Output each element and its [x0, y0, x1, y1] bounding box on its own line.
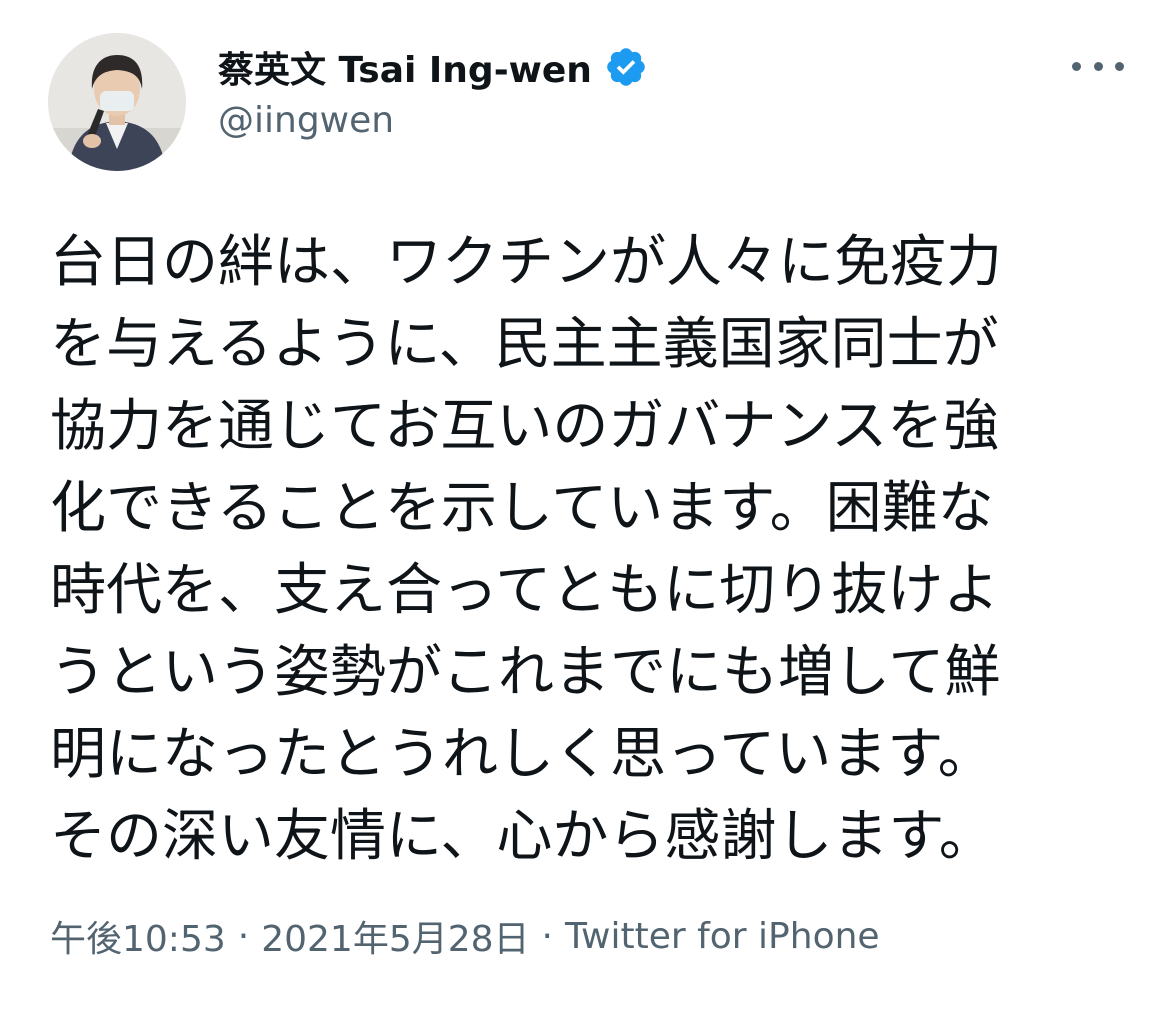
tweet-text-line: 協力を通じてお互いのガバナンスを強	[50, 394, 1000, 459]
tweet-text-line: 化できることを示しています。困難な	[50, 476, 994, 541]
tweet-meta: 午後10:53 · 2021年5月28日 · Twitter for iPhon…	[50, 910, 880, 962]
tweet-source-link[interactable]: Twitter for iPhone	[565, 916, 880, 957]
tweet-text-line: その深い友情に、心から感謝します。	[50, 804, 995, 869]
tweet-date[interactable]: 2021年5月28日	[261, 910, 529, 962]
author-handle[interactable]: @iingwen	[218, 100, 394, 141]
meta-separator: ·	[541, 915, 553, 957]
tweet-text-line: を与えるように、民主主義国家同士が	[50, 312, 999, 377]
tweet-text-line: 台日の絆は、ワクチンが人々に免疫力	[50, 230, 1002, 295]
display-name[interactable]: 蔡英文 Tsai Ing-wen	[218, 41, 592, 93]
meta-separator: ·	[237, 915, 250, 957]
more-dot	[1072, 61, 1081, 71]
tweet: 蔡英文 Tsai Ing-wen @iingwen 台日の絆は、ワクチンが人々に…	[0, 0, 1170, 1009]
more-dot	[1093, 61, 1103, 71]
avatar-photo-icon	[48, 33, 186, 171]
avatar[interactable]	[48, 33, 186, 171]
tweet-text: 台日の絆は、ワクチンが人々に免疫力 を与えるように、民主主義国家同士が 協力を通…	[50, 222, 1110, 878]
tweet-text-line: うという姿勢がこれまでにも増して鮮	[50, 640, 1001, 705]
tweet-text-line: 時代を、支え合ってともに切り抜けよ	[50, 558, 1000, 623]
more-dot	[1115, 61, 1124, 71]
more-horizontal-icon[interactable]	[1072, 50, 1124, 82]
tweet-text-line: 明になったとうれしく思っています。	[50, 722, 994, 787]
author-row: 蔡英文 Tsai Ing-wen	[218, 42, 648, 92]
verified-badge-icon	[604, 45, 648, 89]
tweet-time[interactable]: 午後10:53	[50, 910, 226, 962]
